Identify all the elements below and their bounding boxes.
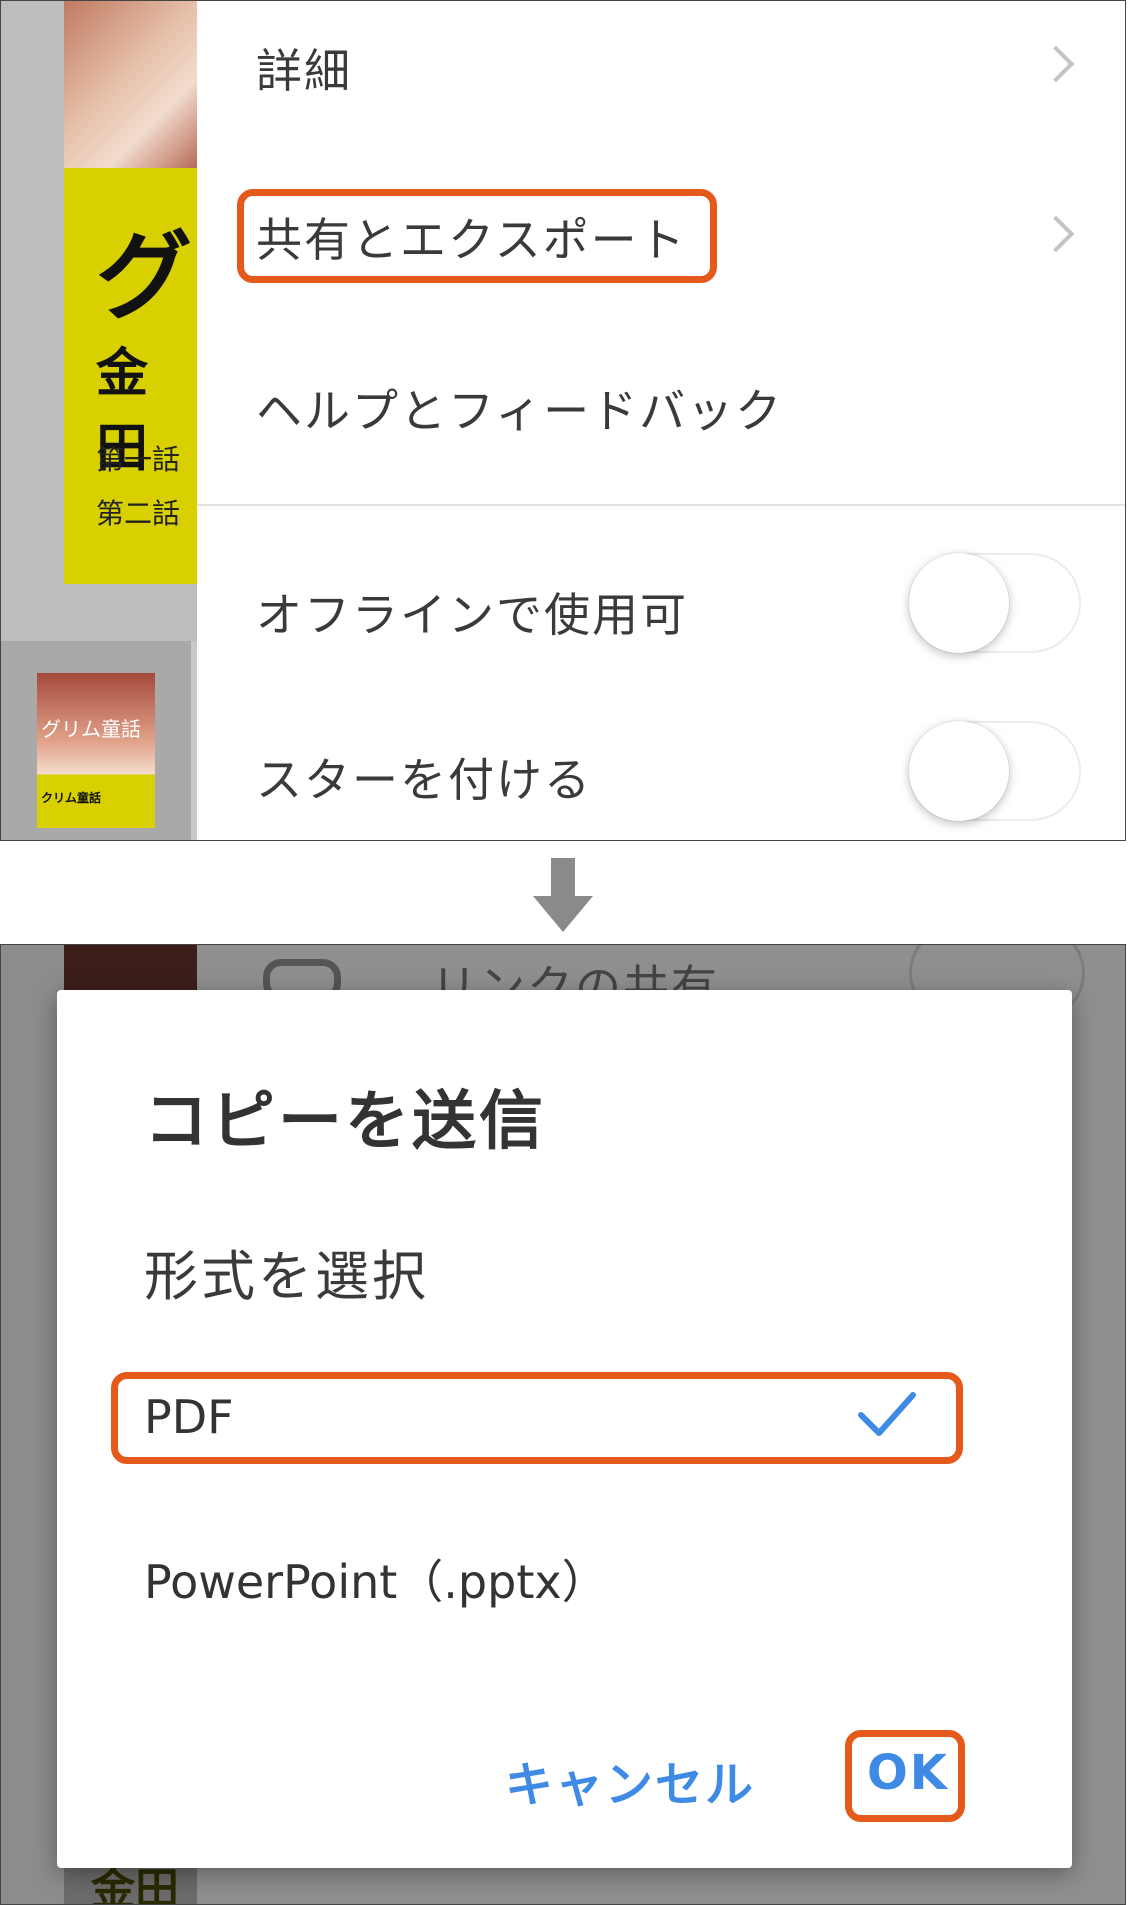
menu-item-help-feedback[interactable]: ヘルプとフィードバック xyxy=(197,298,1125,498)
chevron-right-icon xyxy=(1037,45,1075,83)
book-chapter-1: 第一話 xyxy=(96,443,181,476)
book-title: グ xyxy=(96,221,192,333)
cancel-button[interactable]: キャンセル xyxy=(505,1745,755,1815)
options-menu: 詳細 共有とエクスポート ヘルプとフィードバック オフラインで使用可 スターを付… xyxy=(197,1,1125,840)
toggle-knob xyxy=(909,721,1009,821)
book-cover-photo xyxy=(64,1,197,168)
toggle-knob xyxy=(909,553,1009,653)
menu-item-offline: オフラインで使用可 xyxy=(197,506,1125,676)
menu-item-star: スターを付ける xyxy=(197,676,1125,840)
menu-item-label: ヘルプとフィードバック xyxy=(256,384,784,438)
highlight-pdf-option xyxy=(111,1372,963,1464)
star-toggle[interactable] xyxy=(909,721,1081,821)
down-arrow-icon xyxy=(533,858,593,932)
menu-item-label: 詳細 xyxy=(256,44,352,98)
slide-thumbnail-strip: グリム童話 クリム童話 xyxy=(1,641,197,840)
toggle-label: スターを付ける xyxy=(256,753,592,807)
toggle-label: オフラインで使用可 xyxy=(256,588,688,642)
offline-toggle[interactable] xyxy=(909,553,1081,653)
book-chapter-2: 第二話 xyxy=(96,497,181,530)
thumbnail-subtitle: クリム童話 xyxy=(41,791,102,805)
top-screenshot: グ 金田 第一話 第二話 グリム童話 クリム童話 詳細 共有とエクスポート ヘル… xyxy=(0,0,1126,841)
dialog-title: コピーを送信 xyxy=(144,1085,546,1159)
dialog-subtitle: 形式を選択 xyxy=(144,1245,429,1308)
chevron-right-icon xyxy=(1037,215,1075,253)
slide-thumbnail[interactable]: グリム童話 クリム童話 xyxy=(37,673,155,828)
book-background: グ 金田 第一話 第二話 グリム童話 クリム童話 xyxy=(1,1,197,840)
highlight-ok-button xyxy=(845,1730,965,1822)
format-option-pptx[interactable]: PowerPoint（.pptx） xyxy=(144,1546,608,1612)
menu-item-details[interactable]: 詳細 xyxy=(197,1,1125,128)
highlight-share-export xyxy=(237,189,717,283)
thumbnail-title: グリム童話 xyxy=(41,717,141,741)
